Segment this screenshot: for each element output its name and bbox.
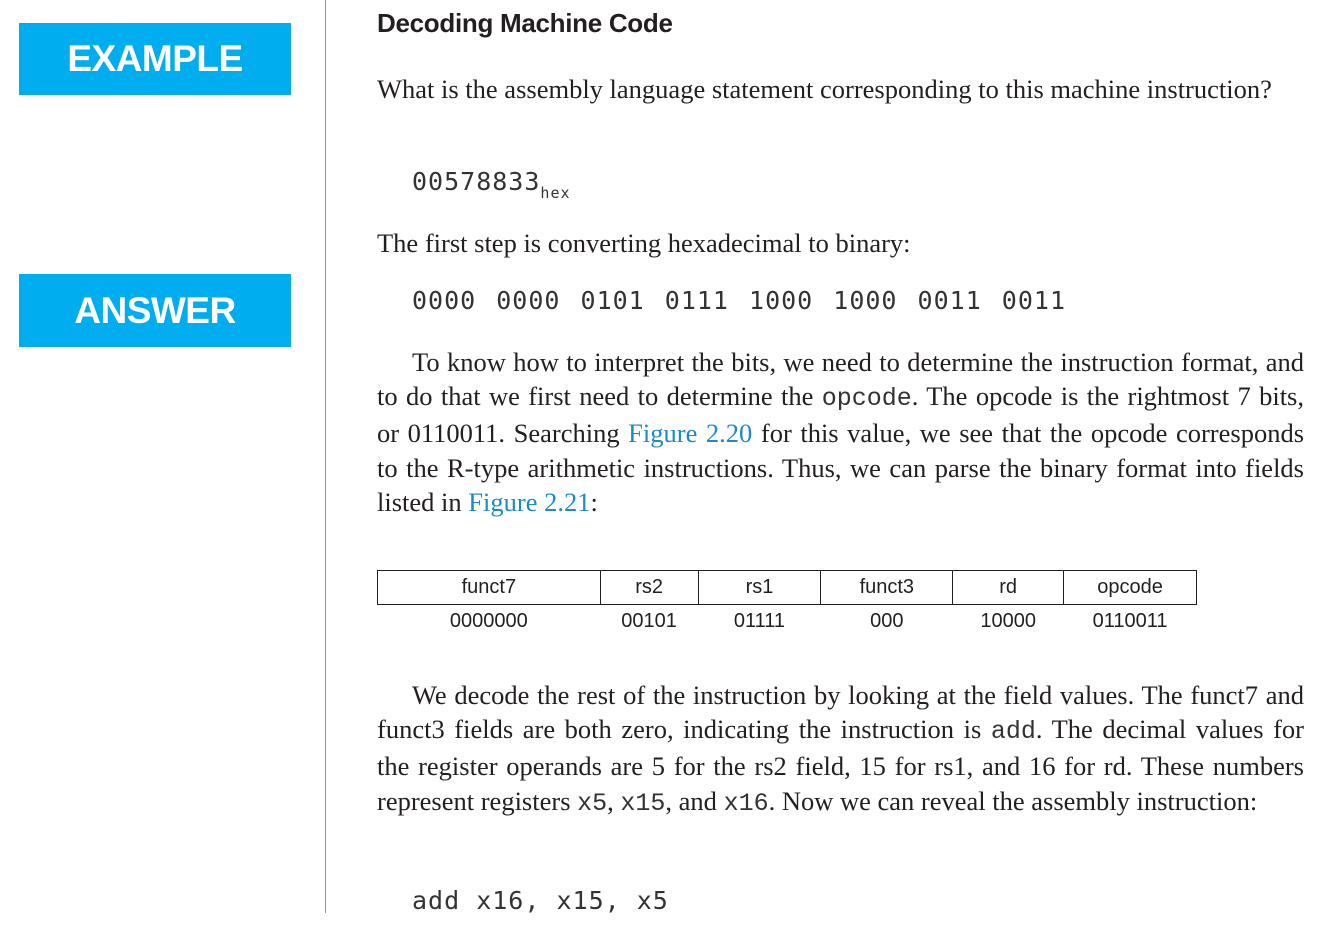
question-text: What is the assembly language statement … <box>377 74 1272 104</box>
value-cell: 00101 <box>621 610 677 632</box>
text: : <box>590 486 598 517</box>
hex-value: 00578833hex <box>412 167 571 202</box>
text: , <box>607 785 621 816</box>
instruction-fields-table: funct7 rs2 rs1 funct3 rd opcode 0000000 … <box>377 570 1197 638</box>
header-cell: rs1 <box>697 570 822 605</box>
table-row: 0000000 00101 01111 000 10000 0110011 <box>378 605 1197 639</box>
header-cell: funct7 <box>377 570 601 605</box>
value-cell: 0110011 <box>1092 610 1168 632</box>
answer-code: add x16, x15, x5 <box>412 886 669 915</box>
example-title: Decoding Machine Code <box>377 8 673 38</box>
text: , and <box>665 785 724 816</box>
value-cell: 10000 <box>980 610 1036 632</box>
example-label: EXAMPLE <box>19 23 291 95</box>
header-cell: rd <box>952 570 1065 605</box>
code-x16: x16 <box>723 788 769 818</box>
paragraph-opcode: To know how to interpret the bits, we ne… <box>377 345 1304 519</box>
header-cell: funct3 <box>820 570 954 605</box>
value-cell: 01111 <box>733 610 786 632</box>
hex-subscript: hex <box>540 184 571 202</box>
value-cell: 0000000 <box>449 610 528 632</box>
value-cell: 000 <box>870 610 904 632</box>
answer-label: ANSWER <box>19 274 291 347</box>
link-figure-2-20[interactable]: Figure 2.20 <box>628 418 752 448</box>
code-x5: x5 <box>577 788 608 818</box>
divider <box>325 0 326 913</box>
paragraph-decode: We decode the rest of the instruction by… <box>377 678 1304 821</box>
code-opcode: opcode <box>821 384 912 414</box>
step1-text: The first step is converting hexadecimal… <box>377 228 911 258</box>
code-add: add <box>990 717 1036 747</box>
header-cell: rs2 <box>599 570 699 605</box>
text: . Now we can reveal the assembly instruc… <box>768 785 1258 816</box>
binary-value: 0000 0000 0101 0111 1000 1000 0011 0011 <box>412 286 1066 315</box>
code-x15: x15 <box>620 788 666 818</box>
link-figure-2-21[interactable]: Figure 2.21 <box>468 487 590 517</box>
header-cell: opcode <box>1063 570 1197 605</box>
hex-number: 00578833 <box>412 167 541 196</box>
table-header-row: funct7 rs2 rs1 funct3 rd opcode <box>377 570 1197 605</box>
